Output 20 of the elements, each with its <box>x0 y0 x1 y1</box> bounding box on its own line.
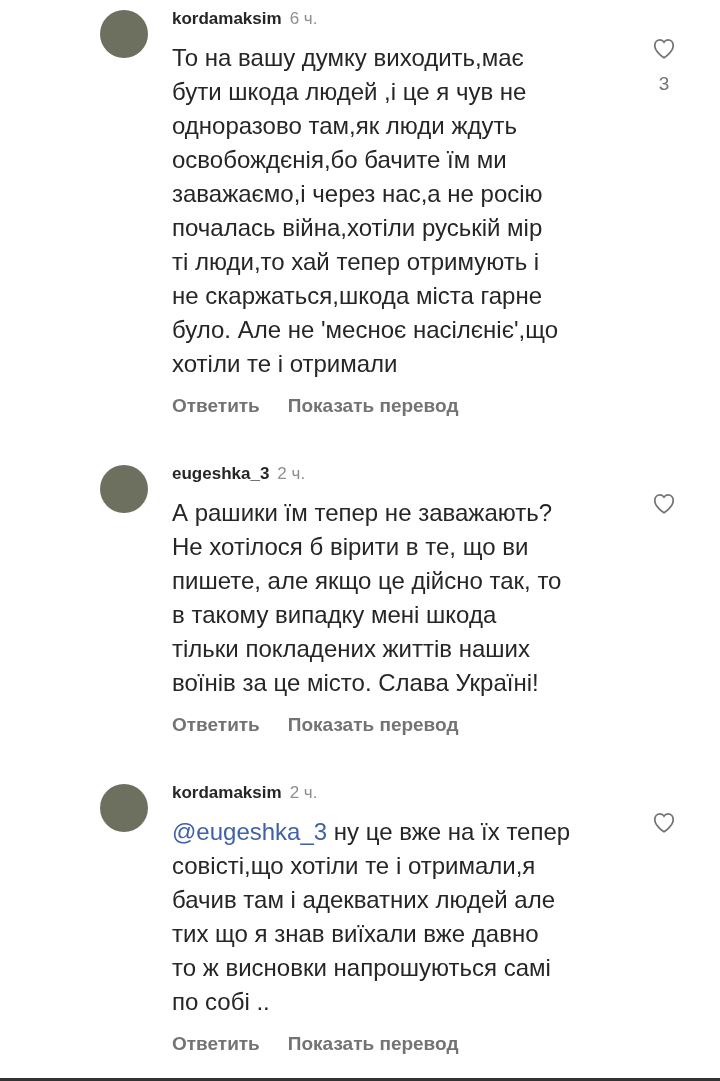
comment-text: То на вашу думку виходить,має бути шкода людей ,і це я чув не одноразово там,як люди ждуть освобождєнія,бо бачите їм ми заважаємо,і через нас,а не росію почалась війна,хотіли руській мір ті люди,то хай тепер отримують і не скаржаться,шкода міста гарне було. Але не 'месноє насілєніє',що хотіли те і отримали <box>172 43 559 379</box>
avatar-photo-placeholder[interactable] <box>100 465 148 513</box>
username-link[interactable]: kordamaksim <box>172 9 282 29</box>
comment-text: А рашики їм тепер не заважають? Не хотілося б вірити в те, що ви пишете, але якщо це дійсно так, то в такому випадку мені шкода тільки покладених життів наших воїнів за це місто. Слава Україні! <box>172 498 563 698</box>
comment-action-button[interactable]: Ответить <box>172 395 260 417</box>
like-count: 3 <box>658 73 670 95</box>
comment-action-button[interactable]: Ответить <box>172 714 260 736</box>
username-link[interactable]: eugeshka_3 <box>172 464 270 484</box>
username-link[interactable]: kordamaksim <box>172 783 282 803</box>
comment-action-button[interactable]: Показать перевод <box>287 1033 459 1055</box>
mention-link[interactable]: @eugeshka_3 <box>172 818 328 845</box>
comment-text: @eugeshka_3 ну це вже на їх тепер совісті,що хотіли те і отримали,я бачив там і адекватних людей але тих що я знав виїхали вже давно то ж висновки напрошуються самі по собі .. <box>172 817 572 1017</box>
avatar-photo-placeholder[interactable] <box>100 10 148 58</box>
comment-action-button[interactable]: Ответить <box>172 1033 260 1055</box>
comment-time: 2 ч. <box>277 464 306 484</box>
comment-action-button[interactable]: Показать перевод <box>287 395 459 417</box>
avatar-photo-placeholder[interactable] <box>100 784 148 832</box>
comment-action-button[interactable]: Показать перевод <box>287 714 459 736</box>
comment-time: 6 ч. <box>289 9 318 29</box>
comment-time: 2 ч. <box>289 783 318 803</box>
